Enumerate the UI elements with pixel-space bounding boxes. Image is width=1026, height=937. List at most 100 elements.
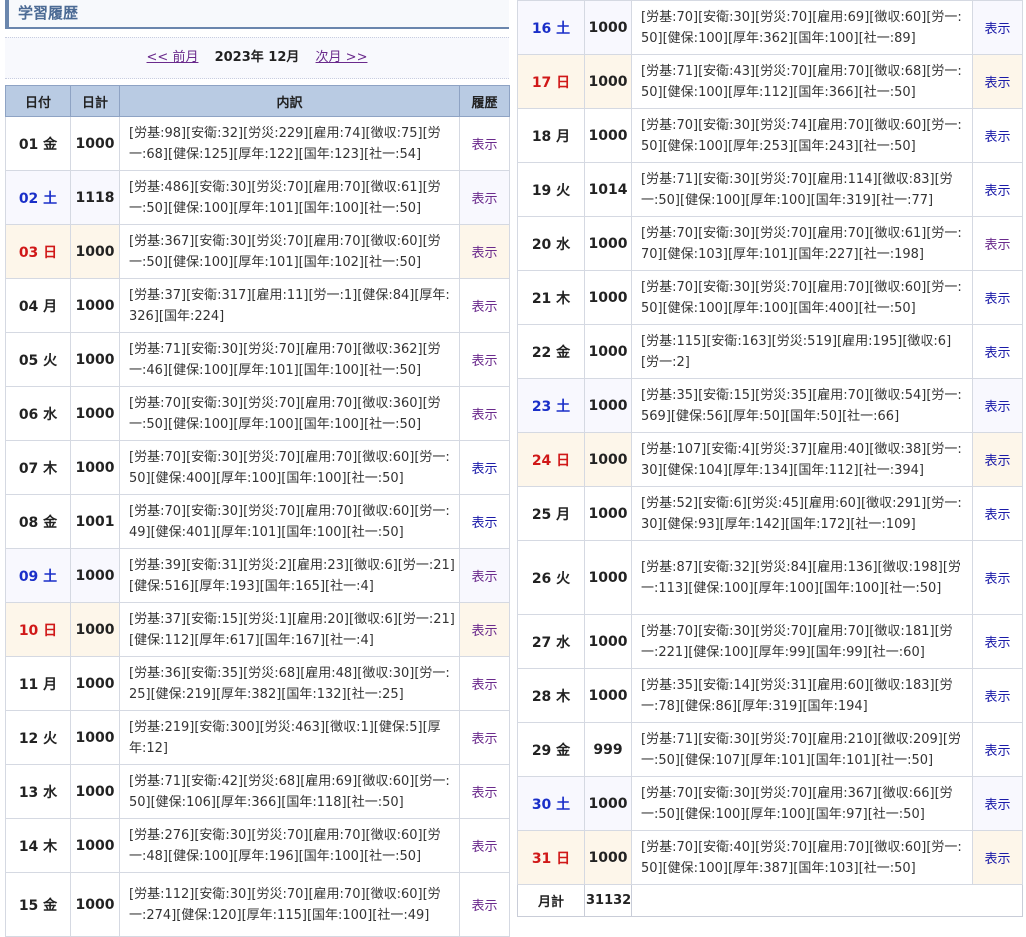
detail-cell: [労基:70][安衛:30][労災:70][雇用:70][徴収:61][労一:7… [631,216,973,271]
daily-total-cell: 1000 [70,332,120,387]
date-cell: 28 木 [517,668,585,723]
view-history-link[interactable]: 表示 [984,76,1010,91]
table-row: 23 土 1000 [労基:35][安衛:15][労災:35][雇用:70][徴収:… [517,378,1023,433]
daily-total-cell: 1000 [70,440,120,495]
view-history-link[interactable]: 表示 [471,678,497,693]
history-cell: 表示 [459,224,510,279]
history-cell: 表示 [459,872,510,937]
view-history-link[interactable]: 表示 [471,408,497,423]
view-history-link[interactable]: 表示 [984,744,1010,759]
view-history-link[interactable]: 表示 [984,130,1010,145]
view-history-link[interactable]: 表示 [471,899,497,914]
detail-cell: [労基:70][安衛:30][労災:70][雇用:70][徴収:60][労一:5… [631,270,973,325]
view-history-link[interactable]: 表示 [471,300,497,315]
date-cell: 17 日 [517,54,585,109]
view-history-link[interactable]: 表示 [471,570,497,585]
view-history-link[interactable]: 表示 [984,636,1010,651]
date-cell: 26 火 [517,540,585,615]
detail-cell: [労基:70][安衛:30][労災:70][雇用:69][徴収:60][労一:5… [631,0,973,55]
daily-total-cell: 1000 [70,278,120,333]
view-history-link[interactable]: 表示 [471,786,497,801]
daily-total-cell: 1000 [584,432,632,487]
history-cell: 表示 [459,116,510,171]
detail-cell: [労基:70][安衛:30][労災:70][雇用:367][徴収:66][労一:… [631,776,973,831]
view-history-link[interactable]: 表示 [984,798,1010,813]
detail-cell: [労基:71][安衛:43][労災:70][雇用:70][徴収:68][労一:5… [631,54,973,109]
detail-cell: [労基:87][安衛:32][労災:84][雇用:136][徴収:198][労一… [631,540,973,615]
history-cell: 表示 [459,494,510,549]
daily-total-cell: 1118 [70,170,120,225]
view-history-link[interactable]: 表示 [984,346,1010,361]
view-history-link[interactable]: 表示 [984,400,1010,415]
month-total-blank [631,884,1023,917]
table-row: 21 木 1000 [労基:70][安衛:30][労災:70][雇用:70][徴収:… [517,270,1023,325]
date-cell: 23 土 [517,378,585,433]
view-history-link[interactable]: 表示 [984,292,1010,307]
daily-total-cell: 1000 [70,818,120,873]
month-total-row: 月計 31132 [517,884,1023,917]
detail-cell: [労基:115][安衛:163][労災:519][雇用:195][徴収:6][労… [631,324,973,379]
view-history-link[interactable]: 表示 [471,246,497,261]
table-row: 29 金 999 [労基:71][安衛:30][労災:70][雇用:210][徴収:… [517,722,1023,777]
detail-cell: [労基:71][安衛:30][労災:70][雇用:210][徴収:209][労一… [631,722,973,777]
right-column: 16 土 1000 [労基:70][安衛:30][労災:70][雇用:69][徴収:… [517,0,1023,917]
date-cell: 09 土 [5,548,71,603]
history-cell: 表示 [972,54,1023,109]
view-history-link[interactable]: 表示 [471,354,497,369]
view-history-link[interactable]: 表示 [471,138,497,153]
history-cell: 表示 [972,540,1023,615]
daily-total-cell: 1000 [584,614,632,669]
date-cell: 15 金 [5,872,71,937]
date-cell: 01 金 [5,116,71,171]
detail-cell: [労基:70][安衛:40][労災:70][雇用:70][徴収:60][労一:5… [631,830,973,885]
daily-total-cell: 1000 [70,710,120,765]
table-row: 13 水 1000 [労基:71][安衛:42][労災:68][雇用:69][徴収:… [5,764,510,819]
view-history-link[interactable]: 表示 [984,184,1010,199]
daily-total-cell: 1001 [70,494,120,549]
table-row: 07 木 1000 [労基:70][安衛:30][労災:70][雇用:70][徴収:… [5,440,510,495]
view-history-link[interactable]: 表示 [984,508,1010,523]
detail-cell: [労基:107][安衛:4][労災:37][雇用:40][徴収:38][労一:3… [631,432,973,487]
view-history-link[interactable]: 表示 [984,22,1010,37]
date-cell: 08 金 [5,494,71,549]
history-cell: 表示 [972,722,1023,777]
history-cell: 表示 [972,776,1023,831]
daily-total-cell: 1000 [584,108,632,163]
detail-cell: [労基:70][安衛:30][労災:74][雇用:70][徴収:60][労一:5… [631,108,973,163]
view-history-link[interactable]: 表示 [984,852,1010,867]
view-history-link[interactable]: 表示 [471,516,497,531]
table-row: 20 水 1000 [労基:70][安衛:30][労災:70][雇用:70][徴収:… [517,216,1023,271]
next-month-link[interactable]: 次月 >> [316,50,368,65]
view-history-link[interactable]: 表示 [471,840,497,855]
view-history-link[interactable]: 表示 [471,192,497,207]
history-cell: 表示 [459,440,510,495]
date-cell: 16 土 [517,0,585,55]
date-cell: 12 火 [5,710,71,765]
daily-total-cell: 1000 [584,270,632,325]
history-cell: 表示 [972,668,1023,723]
date-cell: 21 木 [517,270,585,325]
view-history-link[interactable]: 表示 [471,462,497,477]
view-history-link[interactable]: 表示 [984,454,1010,469]
date-cell: 03 日 [5,224,71,279]
detail-cell: [労基:71][安衛:30][労災:70][雇用:70][徴収:362][労一:… [119,332,460,387]
month-total-label: 月計 [517,884,585,917]
detail-cell: [労基:35][安衛:14][労災:31][雇用:60][徴収:183][労一:… [631,668,973,723]
left-column: 学習履歴 << 前月 2023年 12月 次月 >> 日付 日計 内訳 履歴 0… [5,0,510,937]
table-header-row: 日付 日計 内訳 履歴 [5,85,510,117]
view-history-link[interactable]: 表示 [984,572,1010,587]
daily-total-cell: 1000 [584,324,632,379]
view-history-link[interactable]: 表示 [471,624,497,639]
detail-cell: [労基:71][安衛:30][労災:70][雇用:114][徴収:83][労一:… [631,162,973,217]
history-cell: 表示 [972,0,1023,55]
table-row: 16 土 1000 [労基:70][安衛:30][労災:70][雇用:69][徴収:… [517,0,1023,55]
view-history-link[interactable]: 表示 [984,238,1010,253]
detail-cell: [労基:70][安衛:30][労災:70][雇用:70][徴収:181][労一:… [631,614,973,669]
view-history-link[interactable]: 表示 [984,690,1010,705]
date-cell: 02 土 [5,170,71,225]
prev-month-link[interactable]: << 前月 [147,50,199,65]
view-history-link[interactable]: 表示 [471,732,497,747]
detail-cell: [労基:70][安衛:30][労災:70][雇用:70][徴収:60][労一:4… [119,494,460,549]
detail-cell: [労基:219][安衛:300][労災:463][徴収:1][健保:5][厚年:… [119,710,460,765]
table-row: 05 火 1000 [労基:71][安衛:30][労災:70][雇用:70][徴収:… [5,332,510,387]
